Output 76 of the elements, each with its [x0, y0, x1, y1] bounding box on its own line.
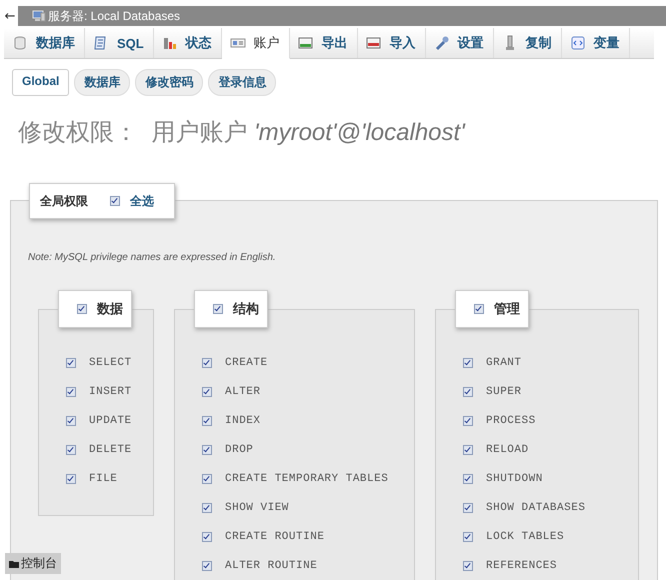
- checkbox[interactable]: [463, 532, 473, 542]
- note-text: Note: MySQL privilege names are expressed in English.: [28, 252, 277, 263]
- privilege-label: ALTER ROUTINE: [225, 560, 318, 572]
- privilege-label: SHOW VIEW: [225, 502, 289, 514]
- sub-tab[interactable]: 数据库: [74, 69, 130, 96]
- privilege-label: SELECT: [89, 356, 132, 368]
- legend-label: 结构: [233, 301, 259, 318]
- privilege-label: GRANT: [486, 356, 522, 368]
- sub-tab[interactable]: 登录信息: [208, 69, 276, 96]
- checkbox[interactable]: [463, 358, 473, 368]
- privilege-label: RELOAD: [486, 444, 529, 456]
- privilege-label: INSERT: [89, 386, 132, 398]
- export-icon: [298, 35, 314, 51]
- checkbox[interactable]: [66, 416, 76, 426]
- checkbox[interactable]: [463, 474, 473, 484]
- checkbox[interactable]: [474, 304, 484, 314]
- nav-tab[interactable]: 账户: [222, 28, 290, 59]
- import-icon: [366, 35, 382, 51]
- window-title: 服务器: Local Databases: [48, 8, 180, 24]
- wrench-icon: [434, 35, 450, 51]
- checkbox[interactable]: [66, 474, 76, 484]
- checkbox[interactable]: [202, 532, 212, 542]
- back-arrow[interactable]: ←: [2, 8, 18, 24]
- folder-icon: [9, 560, 19, 568]
- bar-chart-icon: [162, 35, 178, 51]
- variables-icon: [570, 35, 586, 51]
- checkbox[interactable]: [202, 502, 212, 512]
- checkbox[interactable]: [463, 560, 473, 570]
- checkbox[interactable]: [202, 416, 212, 426]
- privilege-label: CREATE: [225, 356, 268, 368]
- privilege-label: LOCK TABLES: [486, 530, 564, 542]
- legend-label: 数据: [97, 301, 123, 318]
- database-icon: [12, 35, 28, 51]
- checkbox[interactable]: [66, 386, 76, 396]
- checkbox[interactable]: [110, 196, 120, 206]
- nav-tab[interactable]: 导入: [358, 28, 426, 58]
- privilege-label: DELETE: [89, 444, 132, 456]
- privilege-label: INDEX: [225, 414, 261, 426]
- sub-tab[interactable]: 修改密码: [135, 69, 204, 96]
- privilege-label: SHUTDOWN: [486, 472, 543, 484]
- checkbox[interactable]: [463, 416, 473, 426]
- nav-tab[interactable]: 复制: [494, 28, 562, 58]
- nav-tab[interactable]: SQL: [85, 28, 154, 58]
- console-button[interactable]: 控制台: [5, 553, 61, 574]
- checkbox[interactable]: [66, 358, 76, 368]
- legend-label: 管理: [494, 301, 520, 318]
- sub-tab[interactable]: Global: [12, 69, 70, 96]
- checkbox[interactable]: [66, 444, 76, 454]
- privilege-label: SUPER: [486, 386, 522, 398]
- nav-tab[interactable]: 数据库: [4, 28, 85, 58]
- privilege-label: DROP: [225, 444, 254, 456]
- privilege-label: REFERENCES: [486, 560, 558, 572]
- checkbox[interactable]: [202, 358, 212, 368]
- checkbox[interactable]: [463, 386, 473, 396]
- privilege-label: FILE: [89, 472, 118, 484]
- legend-label: 全局权限: [40, 192, 88, 210]
- server-icon: [32, 10, 46, 22]
- checkbox[interactable]: [77, 304, 87, 314]
- privilege-label: UPDATE: [89, 414, 132, 426]
- checkbox[interactable]: [213, 304, 223, 314]
- privilege-label: ALTER: [225, 386, 261, 398]
- checkbox[interactable]: [463, 502, 473, 512]
- checkbox[interactable]: [202, 444, 212, 454]
- page-heading: 修改权限： 用户账户 'myroot'@'localhost': [18, 118, 466, 148]
- nav-tab[interactable]: 设置: [426, 28, 494, 58]
- privilege-label: CREATE ROUTINE: [225, 530, 324, 542]
- checkbox[interactable]: [202, 386, 212, 396]
- nav-tab[interactable]: 导出: [290, 28, 358, 58]
- select-all-link[interactable]: 全选: [130, 192, 154, 210]
- checkbox[interactable]: [202, 560, 212, 570]
- privilege-label: PROCESS: [486, 414, 536, 426]
- checkbox[interactable]: [202, 474, 212, 484]
- checkbox[interactable]: [463, 444, 473, 454]
- nav-tab[interactable]: 变量: [562, 28, 630, 58]
- privilege-label: CREATE TEMPORARY TABLES: [225, 472, 388, 484]
- privilege-label: SHOW DATABASES: [486, 502, 586, 514]
